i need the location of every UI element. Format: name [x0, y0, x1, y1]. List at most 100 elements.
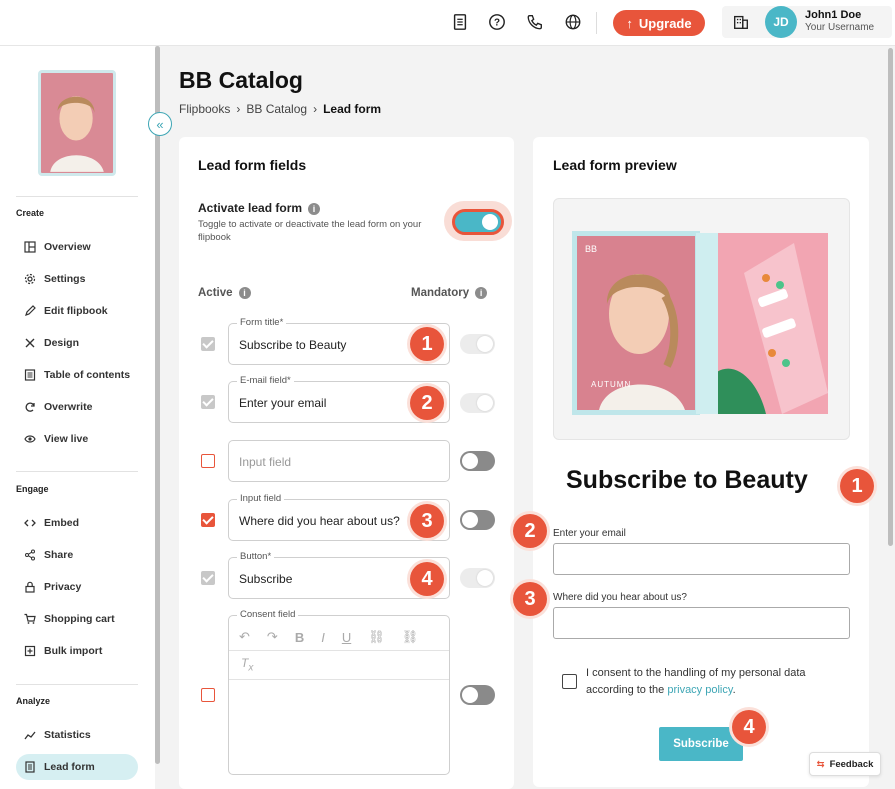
form-icon	[24, 761, 36, 773]
mandatory-toggle-input-field[interactable]	[460, 451, 495, 471]
upgrade-label: Upgrade	[638, 15, 692, 31]
sidebar-item-label: Overview	[44, 241, 91, 253]
breadcrumb-flipbooks[interactable]: Flipbooks	[179, 102, 230, 116]
sidebar-item-label: Bulk import	[44, 645, 103, 657]
field-value: Subscribe to Beauty	[239, 338, 347, 352]
toggle-knob	[462, 687, 478, 703]
breadcrumb-separator: ›	[236, 102, 241, 116]
info-icon[interactable]: i	[238, 287, 251, 299]
preview-callout-badge-3: 3	[513, 582, 547, 616]
sidebar-item-overview[interactable]: Overview	[16, 234, 138, 260]
mandatory-toggle-question[interactable]	[460, 510, 495, 530]
sidebar-item-label: Share	[44, 549, 74, 561]
consent-field-editor[interactable]: Consent field ↶ ↷ B I U ⛓ ⛓ Tx	[228, 609, 450, 775]
feedback-label: Feedback	[829, 758, 874, 770]
topbar-divider	[596, 12, 597, 34]
input-field[interactable]: Input field	[228, 440, 450, 482]
building-icon[interactable]	[731, 12, 751, 32]
avatar[interactable]: JD	[765, 6, 797, 38]
sidebar-item-statistics[interactable]: Statistics	[16, 722, 138, 748]
sidebar-item-settings[interactable]: Settings	[16, 266, 138, 292]
breadcrumb-catalog[interactable]: BB Catalog	[246, 102, 307, 116]
page-title: BB Catalog	[179, 67, 303, 93]
activate-lead-form-toggle[interactable]	[452, 209, 504, 235]
sidebar-item-view-live[interactable]: View live	[16, 426, 138, 452]
pencil-icon	[24, 305, 36, 317]
underline-icon[interactable]: U	[342, 630, 351, 645]
preview-cover-text: AUTUMN	[591, 380, 632, 389]
active-checkbox-email[interactable]	[201, 395, 215, 409]
main-scrollbar[interactable]	[888, 48, 893, 546]
help-icon[interactable]: ?	[487, 12, 507, 32]
sidebar-divider	[16, 196, 138, 197]
section-engage: Engage	[16, 484, 49, 494]
active-checkbox-consent[interactable]	[201, 688, 215, 702]
sidebar-item-share[interactable]: Share	[16, 542, 138, 568]
redo-icon[interactable]: ↷	[267, 629, 278, 645]
feedback-button[interactable]: ⇆ Feedback	[809, 752, 881, 776]
activate-title-text: Activate lead form	[198, 201, 303, 215]
callout-badge-1: 1	[410, 327, 444, 361]
sidebar-item-bulk-import[interactable]: Bulk import	[16, 638, 138, 664]
top-bar: ? ↑ Upgrade JD John1 Doe Your Username	[0, 0, 895, 46]
mandatory-toggle-consent[interactable]	[460, 685, 495, 705]
italic-icon[interactable]: I	[321, 630, 325, 645]
field-legend: Consent field	[237, 609, 299, 620]
breadcrumb-current: Lead form	[323, 102, 382, 116]
field-legend: Input field	[237, 493, 285, 504]
bold-icon[interactable]: B	[295, 630, 304, 645]
breadcrumb-separator: ›	[313, 102, 318, 116]
sidebar-item-label: View live	[44, 433, 89, 445]
preview-question-input[interactable]	[553, 607, 850, 639]
preview-email-input[interactable]	[553, 543, 850, 575]
active-checkbox-question[interactable]	[201, 513, 215, 527]
preview-email-label: Enter your email	[553, 528, 626, 539]
undo-icon[interactable]: ↶	[239, 629, 250, 645]
field-legend: E-mail field*	[237, 375, 294, 386]
sidebar-scrollbar[interactable]	[155, 46, 160, 764]
user-menu[interactable]: JD John1 Doe Your Username	[722, 6, 892, 38]
globe-icon[interactable]	[563, 12, 583, 32]
preview-callout-badge-1: 1	[840, 469, 874, 503]
document-icon[interactable]	[450, 12, 470, 32]
fields-card-title: Lead form fields	[198, 157, 307, 173]
callout-badge-3: 3	[410, 504, 444, 538]
sidebar-item-privacy[interactable]: Privacy	[16, 574, 138, 600]
info-icon[interactable]: i	[308, 202, 321, 215]
preview-subscribe-button[interactable]: Subscribe	[659, 727, 743, 761]
collapse-sidebar-button[interactable]: «	[148, 112, 172, 136]
upgrade-button[interactable]: ↑ Upgrade	[613, 10, 705, 36]
preview-cover-brand: BB	[585, 244, 598, 254]
info-icon[interactable]: i	[475, 287, 488, 299]
unlink-icon[interactable]: ⛓	[402, 629, 419, 645]
privacy-policy-link[interactable]: privacy policy	[667, 684, 732, 696]
sidebar-item-label: Embed	[44, 517, 80, 529]
active-checkbox-button[interactable]	[201, 571, 215, 585]
sidebar-item-label: Table of contents	[44, 369, 131, 381]
active-checkbox-input-field[interactable]	[201, 454, 215, 468]
sidebar-item-lead-form[interactable]: Lead form	[16, 754, 138, 780]
active-checkbox-form-title[interactable]	[201, 337, 215, 351]
feedback-icon: ⇆	[816, 758, 825, 770]
sidebar-item-table-of-contents[interactable]: Table of contents	[16, 362, 138, 388]
flipbook-cover-thumbnail	[38, 70, 116, 176]
sidebar-item-overwrite[interactable]: Overwrite	[16, 394, 138, 420]
sidebar-divider	[16, 684, 138, 685]
clear-format-icon[interactable]: Tx	[241, 656, 253, 673]
preview-consent-checkbox[interactable]	[562, 674, 577, 689]
chart-icon	[24, 729, 36, 741]
sidebar-item-shopping-cart[interactable]: Shopping cart	[16, 606, 138, 632]
toggle-knob	[477, 336, 493, 352]
link-icon[interactable]: ⛓	[368, 629, 385, 645]
sidebar-item-design[interactable]: Design	[16, 330, 138, 356]
sidebar-item-embed[interactable]: Embed	[16, 510, 138, 536]
phone-icon[interactable]	[525, 12, 545, 32]
sidebar-item-label: Lead form	[44, 761, 95, 773]
user-name: John1 Doe	[805, 9, 862, 21]
column-header-mandatory: Mandatory i	[411, 287, 488, 299]
toggle-knob	[477, 395, 493, 411]
callout-badge-2: 2	[410, 386, 444, 420]
sidebar-item-edit-flipbook[interactable]: Edit flipbook	[16, 298, 138, 324]
overview-icon	[24, 241, 36, 253]
eye-icon	[24, 433, 36, 445]
